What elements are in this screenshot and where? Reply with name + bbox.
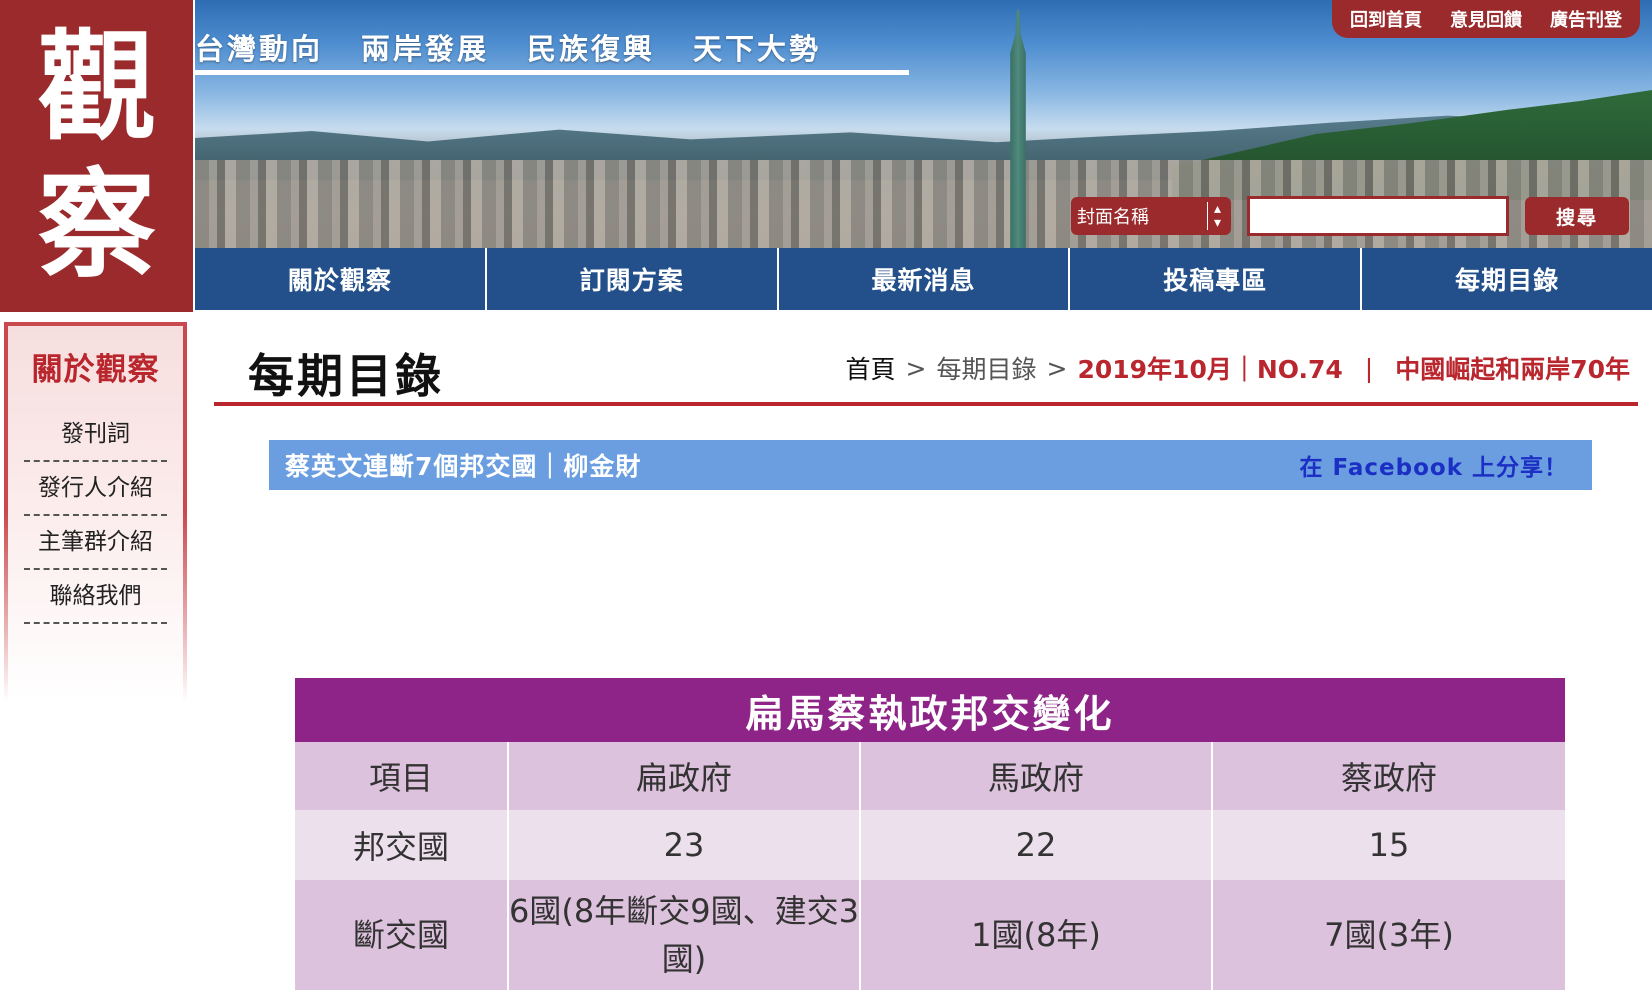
table-caption: 扁馬蔡執政邦交變化 xyxy=(295,678,1565,742)
main-nav: 關於觀察 訂閱方案 最新消息 投稿專區 每期目錄 xyxy=(195,248,1652,310)
table-row: 斷交國 6國(8年斷交9國、建交3國) 1國(8年) 7國(3年) xyxy=(295,880,1565,990)
article-title: 蔡英文連斷7個邦交國｜柳金財 xyxy=(285,452,642,481)
table-cell: 斷交國 xyxy=(295,880,509,990)
breadcrumb: 首頁 > 每期目錄 > 2019年10月｜NO.74 | 中國崛起和兩岸70年 xyxy=(846,350,1630,386)
nav-submissions[interactable]: 投稿專區 xyxy=(1070,248,1363,310)
search-input[interactable] xyxy=(1247,196,1509,236)
sidebar-title: 關於觀察 xyxy=(31,352,160,388)
breadcrumb-sep-1: > xyxy=(905,353,927,383)
table-row: 邦交國 23 22 15 xyxy=(295,810,1565,880)
page-title: 每期目錄 xyxy=(248,349,444,403)
sidebar-item-contact[interactable]: 聯絡我們 xyxy=(24,570,167,624)
sidebar: 關於觀察 發刊詞 發行人介紹 主筆群介紹 聯絡我們 xyxy=(4,322,187,702)
search-field-select[interactable]: 封面名稱 ▴ ▾ xyxy=(1071,197,1231,235)
breadcrumb-section[interactable]: 每期目錄 xyxy=(937,350,1037,386)
tagline-3: 民族復興 xyxy=(527,32,656,66)
sidebar-item-editors[interactable]: 主筆群介紹 xyxy=(24,516,167,570)
logo-char-2: 察 xyxy=(37,155,156,294)
breadcrumb-home[interactable]: 首頁 xyxy=(846,350,896,386)
link-advertise[interactable]: 廣告刊登 xyxy=(1550,6,1622,32)
table-cell: 7國(3年) xyxy=(1324,916,1454,954)
tagline-4: 天下大勢 xyxy=(693,32,822,66)
table-header-cell: 馬政府 xyxy=(861,742,1213,810)
table-cell: 邦交國 xyxy=(295,810,509,880)
select-arrows-icon: ▴ ▾ xyxy=(1206,202,1221,230)
breadcrumb-sep-2: > xyxy=(1046,353,1068,383)
header-banner: 台灣動向 兩岸發展 民族復興 天下大勢 回到首頁 意見回饋 廣告刊登 封面名稱 … xyxy=(195,0,1652,248)
table-cell: 15 xyxy=(1368,826,1410,864)
table-header-cell: 項目 xyxy=(295,742,509,810)
banner-taglines: 台灣動向 兩岸發展 民族復興 天下大勢 xyxy=(195,26,821,68)
site-logo[interactable]: 觀 察 xyxy=(0,0,193,312)
breadcrumb-issue[interactable]: 2019年10月｜NO.74 xyxy=(1077,350,1342,386)
table-header-row: 項目 扁政府 馬政府 蔡政府 xyxy=(295,742,1565,810)
link-home[interactable]: 回到首頁 xyxy=(1350,6,1422,32)
search-bar: 封面名稱 ▴ ▾ 搜尋 xyxy=(1071,196,1629,236)
link-feedback[interactable]: 意見回饋 xyxy=(1450,6,1522,32)
sidebar-item-publisher[interactable]: 發行人介紹 xyxy=(24,462,167,516)
breadcrumb-topic[interactable]: 中國崛起和兩岸70年 xyxy=(1395,350,1630,386)
table-cell: 22 xyxy=(861,810,1213,880)
table-cell: 23 xyxy=(509,810,861,880)
diplomatic-table: 項目 扁政府 馬政府 蔡政府 邦交國 23 22 15 斷交國 6國(8年斷交9… xyxy=(295,742,1565,990)
nav-about[interactable]: 關於觀察 xyxy=(195,248,487,310)
tagline-1: 台灣動向 xyxy=(195,32,324,66)
search-select-value: 封面名稱 xyxy=(1077,207,1149,228)
sidebar-item-foreword[interactable]: 發刊詞 xyxy=(24,408,167,462)
nav-news[interactable]: 最新消息 xyxy=(779,248,1071,310)
facebook-share-link[interactable]: 在 Facebook 上分享！ xyxy=(1300,448,1569,482)
article-title-bar: 蔡英文連斷7個邦交國｜柳金財 在 Facebook 上分享！ xyxy=(269,440,1592,490)
tagline-underline xyxy=(195,70,909,75)
title-divider xyxy=(214,402,1638,406)
search-button[interactable]: 搜尋 xyxy=(1525,197,1629,235)
breadcrumb-divider: | xyxy=(1364,353,1374,383)
sidebar-list: 發刊詞 發行人介紹 主筆群介紹 聯絡我們 xyxy=(24,408,167,624)
table-cell: 6國(8年斷交9國、建交3國) xyxy=(509,880,861,990)
table-header-cell: 蔡政府 xyxy=(1340,759,1437,797)
table-cell: 1國(8年) xyxy=(861,880,1213,990)
nav-issues[interactable]: 每期目錄 xyxy=(1362,248,1652,310)
nav-subscribe[interactable]: 訂閱方案 xyxy=(487,248,779,310)
logo-char-1: 觀 xyxy=(37,17,156,156)
table-header-cell: 扁政府 xyxy=(509,742,861,810)
tagline-2: 兩岸發展 xyxy=(361,32,490,66)
top-links: 回到首頁 意見回饋 廣告刊登 xyxy=(1332,0,1640,38)
